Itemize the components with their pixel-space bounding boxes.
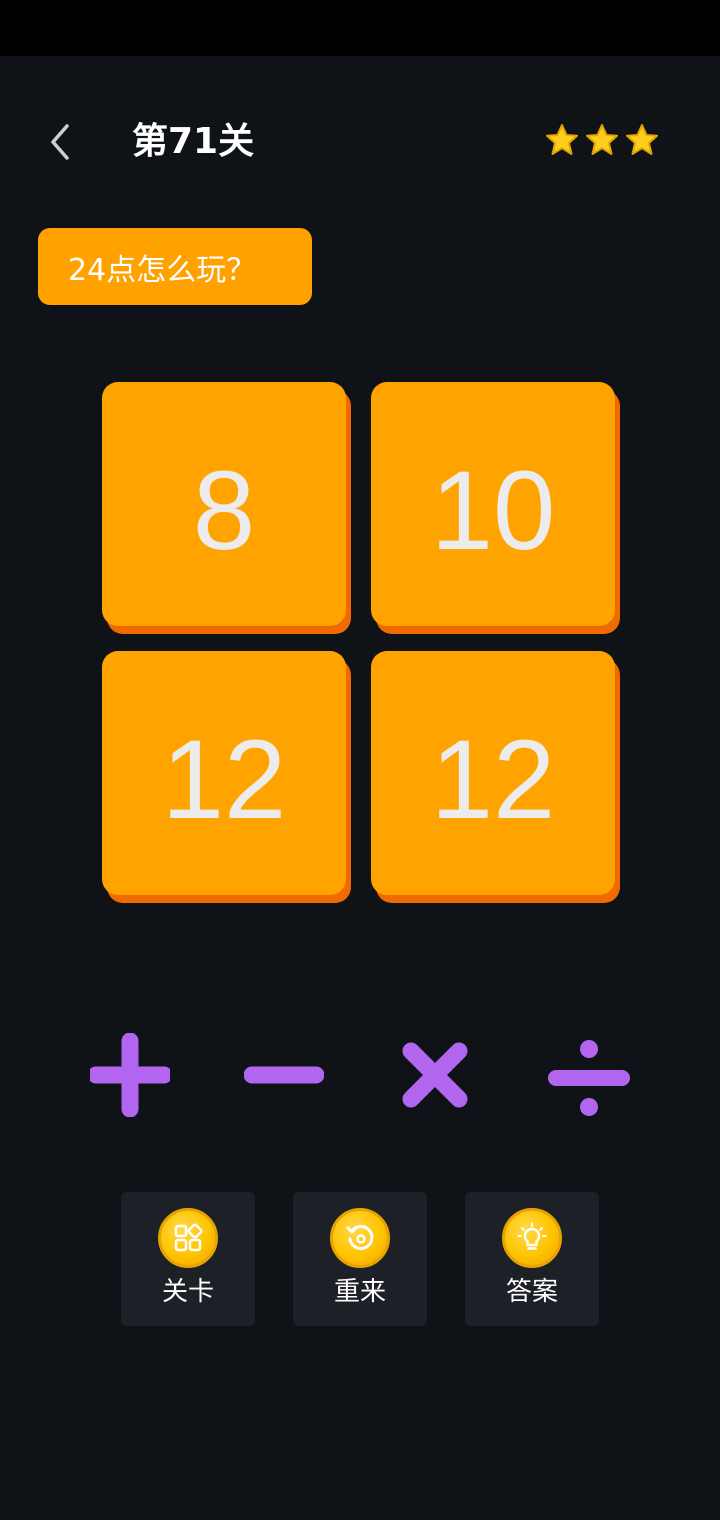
card-number: 12	[161, 717, 287, 842]
chevron-left-icon	[51, 124, 69, 160]
grid-icon	[174, 1223, 203, 1252]
plus-button[interactable]	[85, 1030, 175, 1120]
answer-label: 答案	[505, 1277, 558, 1307]
plus-icon	[90, 1033, 170, 1117]
coin-badge	[502, 1208, 562, 1268]
card-number: 12	[430, 717, 556, 842]
back-button[interactable]	[38, 118, 82, 166]
coin-badge	[330, 1208, 390, 1268]
restart-icon	[346, 1224, 374, 1250]
multiply-icon	[402, 1042, 468, 1108]
card-number: 8	[192, 448, 256, 573]
restart-button[interactable]: 重来	[293, 1192, 427, 1326]
minus-icon	[244, 1066, 324, 1084]
divide-icon	[548, 1040, 630, 1116]
multiply-button[interactable]	[390, 1030, 480, 1120]
number-card[interactable]: 12	[371, 651, 615, 895]
star-icon	[586, 124, 618, 155]
level-title: 第71关	[132, 121, 255, 162]
star-icon	[546, 124, 578, 155]
levels-label: 关卡	[161, 1277, 214, 1307]
divide-button[interactable]	[544, 1030, 634, 1120]
minus-button[interactable]	[239, 1030, 329, 1120]
number-card[interactable]: 10	[371, 382, 615, 626]
levels-button[interactable]: 关卡	[121, 1192, 255, 1326]
how-to-play-button[interactable]: 24点怎么玩？	[38, 228, 312, 305]
coin-badge	[158, 1208, 218, 1268]
star-rating	[544, 122, 660, 162]
status-bar	[0, 0, 720, 56]
star-icon	[626, 124, 658, 155]
number-card[interactable]: 8	[102, 382, 346, 626]
number-card[interactable]: 12	[102, 651, 346, 895]
answer-button[interactable]: 答案	[465, 1192, 599, 1326]
card-number: 10	[430, 448, 556, 573]
restart-label: 重来	[333, 1277, 386, 1307]
lightbulb-icon	[517, 1222, 547, 1250]
